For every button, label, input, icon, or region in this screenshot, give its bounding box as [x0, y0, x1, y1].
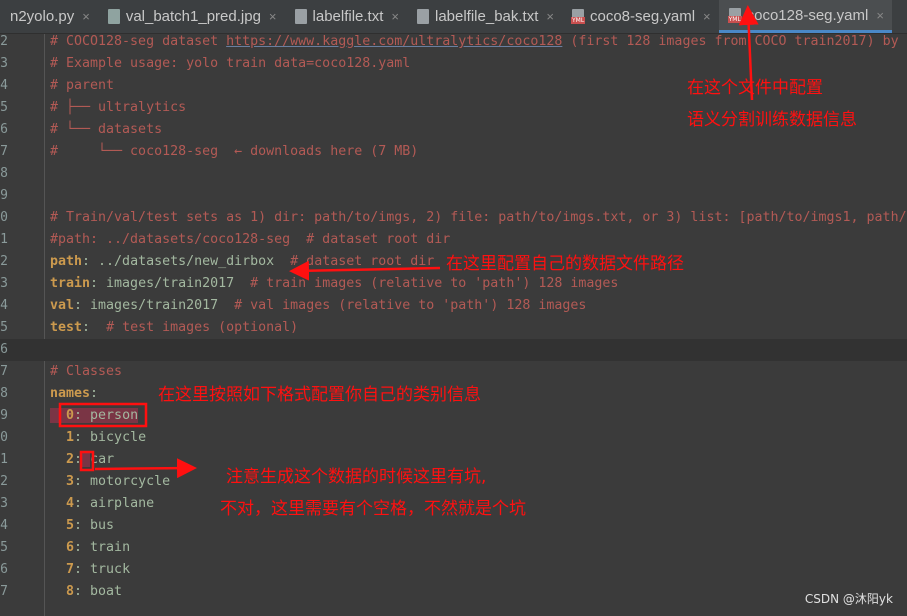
annotation-file: 在这个文件中配置: [687, 78, 823, 98]
highlight-box-space: [79, 450, 95, 472]
annotation-file-2: 语义分割训练数据信息: [687, 110, 857, 130]
highlight-box-person: [58, 402, 148, 428]
annotation-space-2: 不对，这里需要有个空格，不然就是个坑: [220, 499, 526, 519]
annotation-space-1: 注意生成这个数据的时候这里有坑,: [226, 467, 487, 487]
annotation-path: 在这里配置自己的数据文件路径: [446, 254, 684, 274]
arrow-to-path: [289, 260, 441, 281]
annotation-names: 在这里按照如下格式配置你自己的类别信息: [158, 385, 481, 405]
arrow-to-space: [94, 458, 197, 479]
watermark: CSDN @沐阳yk: [804, 592, 893, 606]
